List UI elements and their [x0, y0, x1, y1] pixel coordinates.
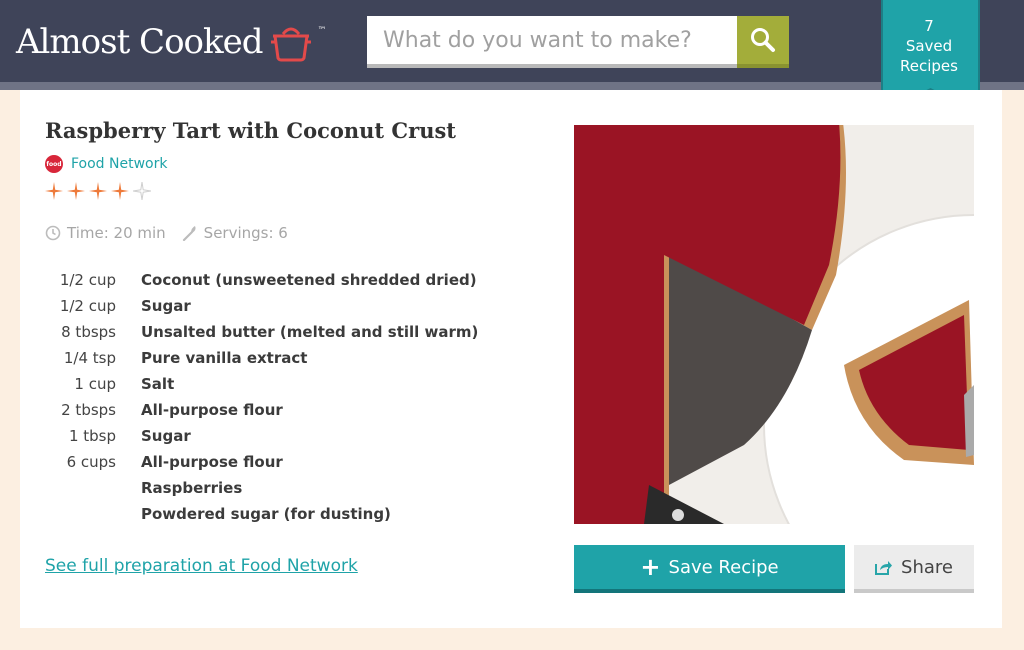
ingredient-quantity: 6 cups	[66, 453, 116, 471]
star-filled-icon	[89, 182, 107, 200]
time-text: Time: 20 min	[67, 224, 166, 242]
source-name[interactable]: Food Network	[71, 156, 167, 172]
ingredient-quantity: 8 tbsps	[61, 323, 116, 341]
recipe-photo	[574, 125, 974, 524]
search-icon	[751, 28, 775, 52]
ingredient-row: 6 cups All-purpose flour	[45, 449, 525, 475]
rating-stars	[45, 182, 151, 200]
ingredient-row: 8 tbsps Unsalted butter (melted and still…	[45, 319, 525, 345]
ingredient-name: Sugar	[141, 427, 191, 445]
ingredient-quantity: 1/2 cup	[59, 271, 116, 289]
trademark: ™	[317, 26, 327, 36]
ingredient-name: All-purpose flour	[141, 401, 283, 419]
recipe-source[interactable]: food Food Network	[45, 155, 167, 173]
servings-meta: Servings: 6	[182, 224, 288, 242]
servings-text: Servings: 6	[203, 224, 288, 242]
food-network-logo: food	[45, 155, 63, 173]
ingredient-name: Salt	[141, 375, 175, 393]
ingredient-name: Sugar	[141, 297, 191, 315]
share-icon	[875, 561, 893, 575]
ingredient-row: Raspberries	[45, 475, 525, 501]
ingredient-quantity: 1/2 cup	[59, 297, 116, 315]
ingredient-name: Unsalted butter (melted and still warm)	[141, 323, 479, 341]
saved-label: Saved	[905, 37, 953, 55]
recipe-title: Raspberry Tart with Coconut Crust	[45, 118, 456, 143]
ingredient-name: Pure vanilla extract	[141, 349, 308, 367]
ingredient-quantity: 1 cup	[74, 375, 116, 393]
site-logo[interactable]: Almost Cooked ™	[16, 18, 327, 66]
save-recipe-button[interactable]: + Save Recipe	[574, 545, 845, 593]
search-bar	[367, 16, 789, 68]
share-button[interactable]: Share	[854, 545, 974, 593]
ingredients-list: 1/2 cup Coconut (unsweetened shredded dri…	[45, 267, 525, 527]
saved-count: 7	[924, 17, 934, 35]
ingredient-row: 2 tbsps All-purpose flour	[45, 397, 525, 423]
search-button[interactable]	[737, 16, 789, 68]
saved-label-2: Recipes	[900, 57, 958, 75]
ingredient-row: 1 tbsp Sugar	[45, 423, 525, 449]
ingredient-row: 1/2 cup Sugar	[45, 293, 525, 319]
ingredient-row: Powdered sugar (for dusting)	[45, 501, 525, 527]
search-input[interactable]	[367, 16, 737, 64]
plus-icon: +	[640, 553, 661, 581]
logo-text: Almost Cooked	[16, 22, 263, 62]
full-preparation-link[interactable]: See full preparation at Food Network	[45, 556, 358, 576]
star-filled-icon	[45, 182, 63, 200]
star-filled-icon	[67, 182, 85, 200]
save-recipe-label: Save Recipe	[668, 556, 779, 578]
star-filled-icon	[111, 182, 129, 200]
header-divider	[0, 82, 1024, 90]
ingredient-name: All-purpose flour	[141, 453, 283, 471]
ingredient-row: 1/4 tsp Pure vanilla extract	[45, 345, 525, 371]
ingredient-row: 1/2 cup Coconut (unsweetened shredded dri…	[45, 267, 525, 293]
time-meta: Time: 20 min	[45, 224, 166, 242]
ingredient-name: Coconut (unsweetened shredded dried)	[141, 271, 477, 289]
star-empty-icon	[133, 182, 151, 200]
ingredient-quantity: 1 tbsp	[68, 427, 116, 445]
ingredient-name: Powdered sugar (for dusting)	[141, 505, 391, 523]
recipe-meta: Time: 20 min Servings: 6	[45, 224, 304, 242]
ingredient-quantity: 1/4 tsp	[63, 349, 116, 367]
share-label: Share	[901, 556, 953, 578]
ingredient-name: Raspberries	[141, 479, 243, 497]
pot-icon: ™	[269, 22, 327, 66]
utensil-icon	[182, 226, 196, 241]
ingredient-row: 1 cup Salt	[45, 371, 525, 397]
ingredient-quantity: 2 tbsps	[61, 401, 116, 419]
clock-icon	[45, 225, 61, 241]
